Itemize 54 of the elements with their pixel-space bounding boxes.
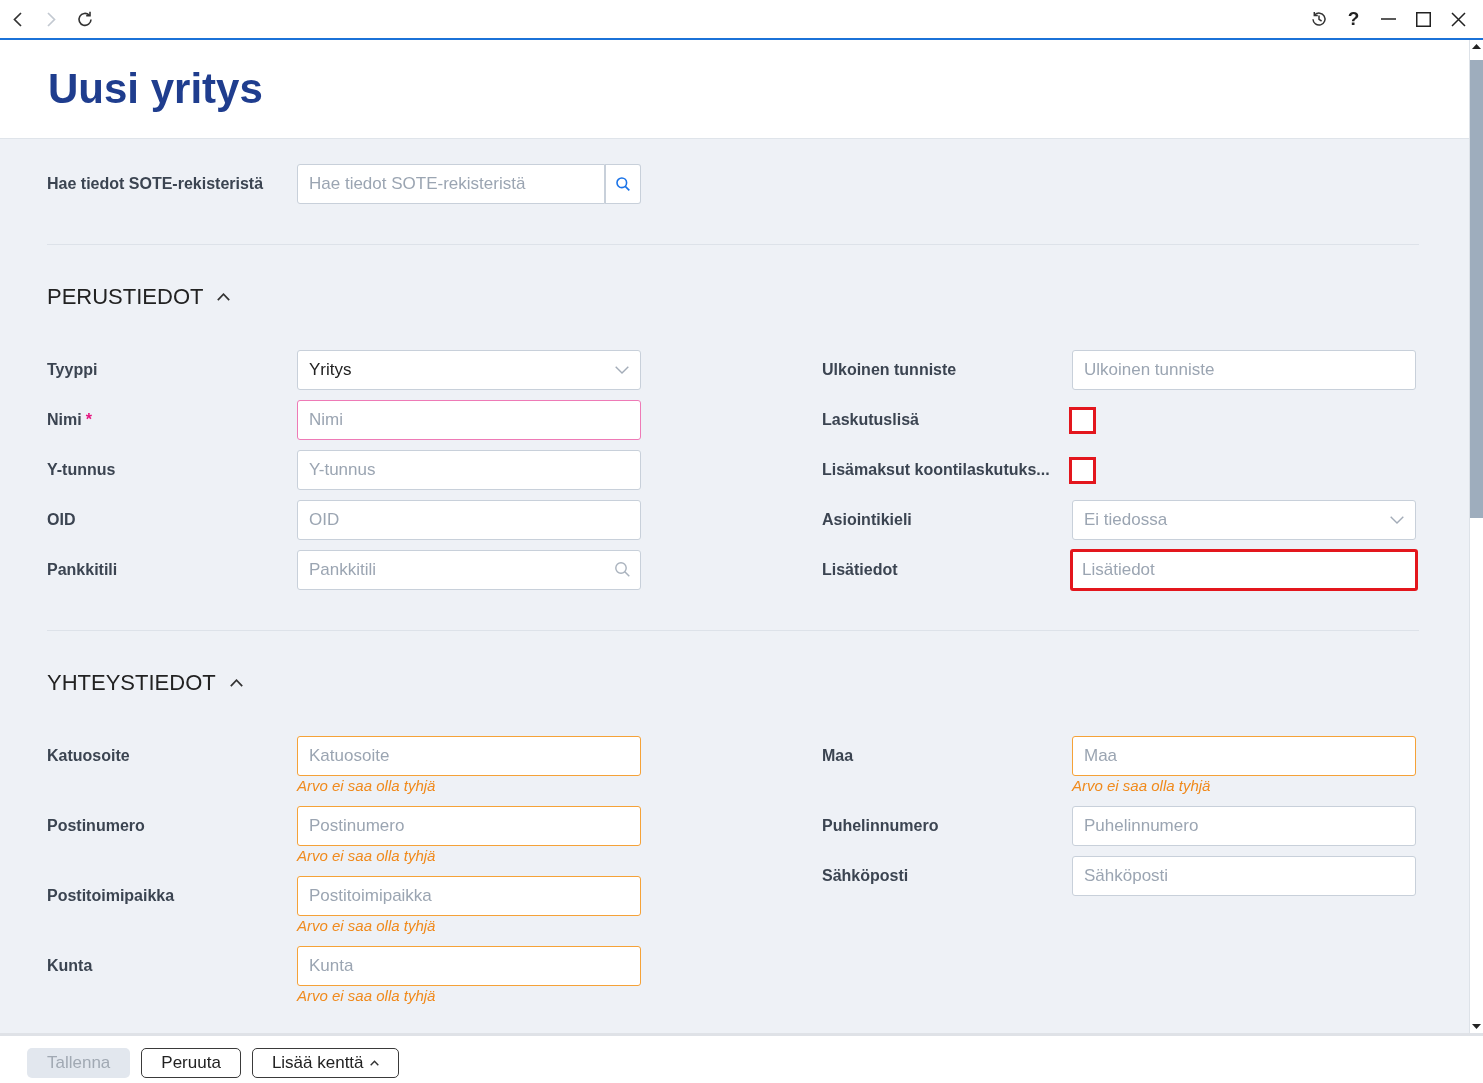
help-button[interactable]: ? xyxy=(1336,1,1371,37)
field-label: Maa xyxy=(822,746,855,766)
scrollbar[interactable] xyxy=(1469,40,1483,1033)
field-label: OID xyxy=(47,510,77,530)
maximize-icon[interactable] xyxy=(1416,11,1431,27)
field-label: Asiointikieli xyxy=(822,510,913,530)
field-label: Postitoimipaikka xyxy=(47,886,176,906)
field-label: Puhelinnumero xyxy=(822,816,940,836)
text-field[interactable]: Katuosoite xyxy=(297,736,641,776)
error-message: Arvo ei saa olla tyhjä xyxy=(297,916,436,936)
error-message: Arvo ei saa olla tyhjä xyxy=(1072,776,1211,796)
scroll-up-arrow-icon[interactable] xyxy=(1472,44,1481,49)
search-field[interactable]: Hae tiedot SOTE-rekisteristä xyxy=(297,164,605,204)
text-field[interactable]: Kunta xyxy=(297,946,641,986)
caret-up-icon[interactable] xyxy=(229,679,243,687)
search-button[interactable] xyxy=(605,164,641,204)
field-label: Katuosoite xyxy=(47,746,131,766)
error-message: Arvo ei saa olla tyhjä xyxy=(297,776,436,796)
field-label: Tyyppi xyxy=(47,360,99,380)
field-label: Pankkitili xyxy=(47,560,119,580)
field-label: Laskutuslisä xyxy=(822,410,920,430)
field-label: Postinumero xyxy=(47,816,146,836)
section-title: YHTEYSTIEDOT xyxy=(47,672,216,694)
scroll-down-arrow-icon[interactable] xyxy=(1472,1024,1481,1029)
cancel-button[interactable]: Peruuta xyxy=(141,1048,241,1078)
dropdown[interactable]: Yritys xyxy=(297,350,641,390)
text-field[interactable]: Lisätiedot xyxy=(1070,549,1418,591)
chevron-down-icon xyxy=(615,366,629,374)
text-field[interactable]: Postitoimipaikka xyxy=(297,876,641,916)
chevron-down-icon xyxy=(1390,516,1404,524)
text-field[interactable]: Maa xyxy=(1072,736,1416,776)
text-field[interactable]: Nimi xyxy=(297,400,641,440)
field-label: Sähköposti xyxy=(822,866,910,886)
field-label: Lisämaksut koontilaskutuks... xyxy=(822,460,1051,480)
reload-icon[interactable] xyxy=(77,11,93,27)
field-label: Kunta xyxy=(47,956,94,976)
text-field[interactable]: Postinumero xyxy=(297,806,641,846)
field-label: Nimi * xyxy=(47,410,93,430)
scrollbar-thumb[interactable] xyxy=(1470,60,1483,518)
field-label: Y-tunnus xyxy=(47,460,117,480)
error-message: Arvo ei saa olla tyhjä xyxy=(297,986,436,1006)
close-icon[interactable] xyxy=(1451,11,1466,27)
section-title: PERUSTIEDOT xyxy=(47,286,204,308)
back-icon[interactable] xyxy=(12,11,22,27)
error-message: Arvo ei saa olla tyhjä xyxy=(297,846,436,866)
field-label: Lisätiedot xyxy=(822,560,899,580)
search-icon xyxy=(615,562,630,577)
caret-up-icon[interactable] xyxy=(217,293,231,301)
add-field-button[interactable]: Lisää kenttä xyxy=(251,1048,399,1078)
history-icon[interactable] xyxy=(1310,11,1327,27)
page-title: Uusi yritys xyxy=(48,68,263,110)
search-icon xyxy=(615,177,630,191)
field-label: Ulkoinen tunniste xyxy=(822,360,958,380)
field-label: Hae tiedot SOTE-rekisteristä xyxy=(47,174,265,194)
